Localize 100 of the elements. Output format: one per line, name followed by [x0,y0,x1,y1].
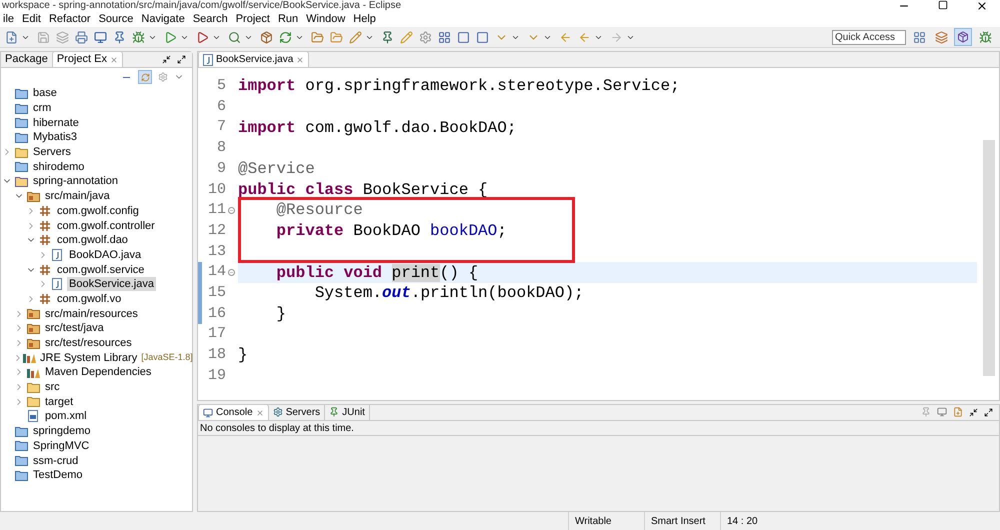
tree-item[interactable]: src/main/resources [43,306,140,321]
tree-item[interactable]: com.gwolf.controller [55,218,157,233]
tree-item[interactable]: src/main/java [43,189,112,204]
tree-item[interactable]: com.gwolf.vo [55,292,124,306]
code-line: @Resource [275,200,363,222]
line-number: 19 [206,366,226,386]
tree-item[interactable]: src/test/java [43,321,106,336]
package-icon [39,204,51,217]
tree-item[interactable]: base [31,86,59,100]
tree-item[interactable]: ssm-crud [31,454,80,468]
menu-item[interactable]: Edit [18,11,45,28]
tree-item[interactable]: com.gwolf.service [55,262,146,277]
maximize-icon[interactable] [938,0,948,10]
tree-item[interactable]: pom.xml [43,409,89,424]
fold-icon[interactable] [228,206,234,214]
fold-icon[interactable] [228,269,234,276]
tree-item[interactable]: springdemo [31,424,92,438]
view-tab[interactable]: Console [198,404,269,420]
line-number: 10 [206,180,226,200]
line-number: 14 [206,262,226,282]
tree-item[interactable]: target [43,394,76,409]
status-field: 14 : 20 [720,512,800,530]
project-folder-icon [14,132,28,143]
line-number: 7 [216,117,226,138]
project-folder-icon [14,88,28,99]
line-number: 12 [206,220,226,241]
tree-item[interactable]: JRE System Library [38,350,140,365]
tree-item[interactable]: src/test/resources [43,336,134,350]
package-icon [39,234,51,246]
code-line: import com.gwolf.dao.BookDAO; [238,118,516,139]
tree-item[interactable]: Maven Dependencies [43,365,154,380]
menu-item[interactable]: Source [94,11,138,28]
tree-item[interactable]: spring-annotation [31,174,120,188]
close-icon[interactable] [976,0,988,12]
library-icon [23,352,36,364]
link-editor-icon[interactable] [138,70,152,84]
view-tab[interactable]: JUnit [325,404,370,420]
tree-item[interactable]: TestDemo [31,468,85,482]
tree-item[interactable]: BookService.java [67,277,156,292]
line-number: 9 [216,158,226,179]
line-number: 6 [216,96,226,117]
monitor-icon [203,408,213,418]
tree-item[interactable]: com.gwolf.dao [55,233,130,248]
menu-item[interactable]: Run [274,11,302,28]
editor-tab[interactable]: BookService.java [198,51,310,67]
menu-item[interactable]: Navigate [137,11,189,28]
menu-item[interactable]: ile [0,11,18,28]
minimize-icon[interactable] [162,55,171,64]
java-file-icon [52,278,62,290]
minimize-icon[interactable] [969,408,978,416]
tree-item[interactable]: Servers [31,145,73,160]
tree-item[interactable]: src [43,380,62,394]
tree-item[interactable]: com.gwolf.config [55,204,141,218]
menu-item[interactable]: Project [232,11,274,28]
line-number: 16 [206,304,226,324]
folder-icon [14,146,28,158]
gear-icon [272,407,283,417]
tree-item[interactable]: BookDAO.java [67,248,144,262]
source-folder-icon [26,190,40,202]
new-console-icon[interactable] [953,407,963,417]
tree-item[interactable]: hibernate [31,116,81,130]
project-folder-icon [14,455,28,466]
menu-item[interactable]: Window [302,11,350,28]
line-number: 15 [206,282,226,303]
project-folder-icon [14,102,28,114]
menu-item[interactable]: Help [349,11,380,28]
package-icon [39,292,51,305]
status-field: Writable [568,512,644,530]
console-message: No consoles to display at this time. [200,422,354,436]
tree-item[interactable]: shirodemo [31,160,86,174]
project-folder-icon [14,470,28,481]
tree-item[interactable]: Mybatis3 [31,130,80,144]
menu-item[interactable]: Refactor [44,11,95,28]
project-folder-icon [14,440,28,452]
maximize-icon[interactable] [984,408,993,416]
source-folder-icon [26,322,40,334]
code-line: } [275,304,286,325]
source-folder-icon [26,308,40,320]
java-file-icon [203,54,213,66]
tree-item[interactable]: crm [31,101,54,116]
tree-item[interactable]: SpringMVC [31,438,92,453]
line-number: 11 [206,200,226,220]
package-icon [39,264,51,276]
view-tab[interactable]: Servers [268,404,326,420]
line-number: 18 [206,345,226,366]
menu-item[interactable]: Search [188,11,232,28]
code-line: public void print() { [275,262,478,284]
view-tab[interactable]: Project Ex [52,51,123,67]
java-file-icon [52,248,62,261]
folder-icon [26,396,40,408]
line-number: 17 [206,324,226,344]
gear-icon[interactable] [158,72,168,82]
project-folder-icon [14,176,28,187]
quick-access-field[interactable]: Quick Access [832,30,906,44]
monitor-icon[interactable] [937,407,947,417]
java-perspective-icon[interactable] [954,28,972,46]
maximize-icon[interactable] [177,55,186,64]
xml-file-icon [28,410,38,422]
window-title: workspace - spring-annotation/src/main/java/com/gwolf/service/BookService.java - Eclipse [2,0,402,12]
view-tab[interactable]: Package [1,51,52,67]
